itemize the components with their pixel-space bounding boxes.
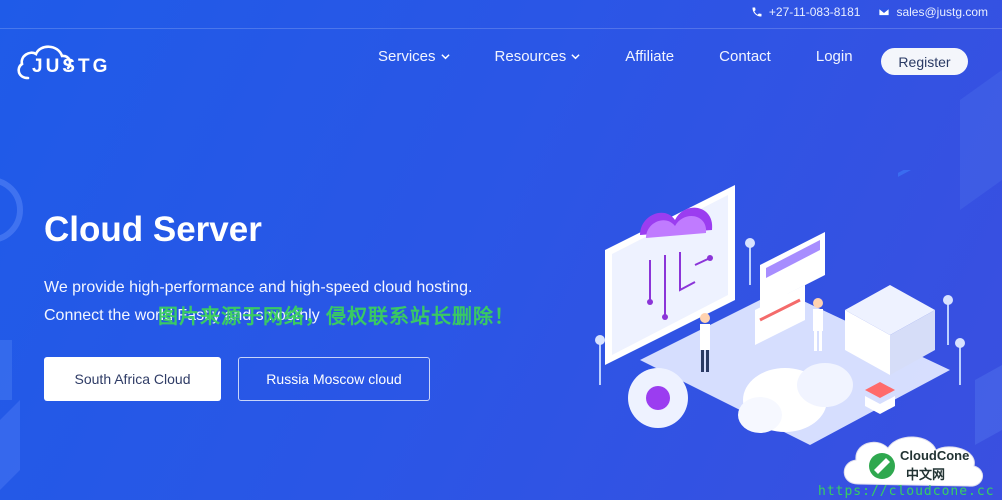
envelope-icon — [879, 8, 890, 16]
nav-label: Services — [378, 48, 436, 65]
hero-line-1: We provide high-performance and high-spe… — [44, 279, 473, 296]
phone-icon — [752, 7, 762, 17]
nav-label: Login — [815, 48, 853, 65]
logo-text: JUSTG — [32, 56, 111, 77]
chevron-down-icon — [440, 54, 450, 60]
nav-login[interactable]: Login — [816, 48, 853, 65]
register-button[interactable]: Register — [881, 48, 968, 75]
nav-contact[interactable]: Contact — [719, 48, 771, 65]
south-africa-cloud-button[interactable]: South Africa Cloud — [44, 357, 221, 401]
nav-label: Affiliate — [625, 48, 675, 65]
nav-services[interactable]: Services — [378, 48, 450, 65]
header-divider — [0, 28, 1002, 29]
nav-label: Resources — [494, 48, 567, 65]
chevron-down-icon — [571, 54, 580, 60]
main-nav: Services Resources Affiliate Contact Log… — [378, 48, 853, 65]
russia-moscow-cloud-button[interactable]: Russia Moscow cloud — [238, 357, 430, 401]
watermark-text: 图片来源于网络，侵权联系站长删除！ — [158, 304, 515, 328]
server-stack-graphic — [845, 170, 935, 375]
nav-label: Contact — [719, 48, 771, 65]
phone-contact[interactable]: +27-11-083-8181 — [751, 5, 861, 19]
cloudcone-url: https://cloudcone.cc — [818, 484, 995, 499]
cloud-hosting-illustration — [595, 170, 965, 445]
top-contact-bar: +27-11-083-8181 sales@justg.com — [0, 0, 1002, 24]
badge-title: CloudCone — [900, 448, 970, 463]
nav-resources[interactable]: Resources — [495, 48, 581, 65]
nav-affiliate[interactable]: Affiliate — [625, 48, 674, 65]
phone-number: +27-11-083-8181 — [768, 5, 861, 19]
hero-title: Cloud Server — [44, 210, 262, 249]
email-contact[interactable]: sales@justg.com — [878, 5, 988, 19]
gear-icon — [628, 368, 688, 428]
email-address: sales@justg.com — [896, 5, 988, 19]
logo[interactable]: JUSTG — [14, 42, 124, 84]
badge-subtitle: 中文网 — [906, 468, 946, 483]
